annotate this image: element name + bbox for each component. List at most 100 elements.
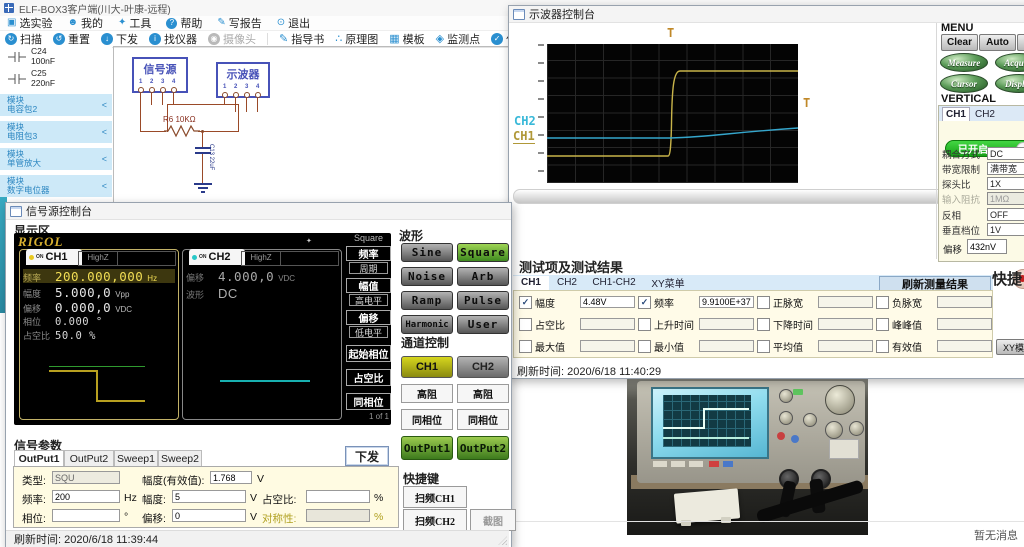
pin[interactable] <box>171 87 177 93</box>
tab-sweep1[interactable]: Sweep1 <box>114 450 158 466</box>
measure-value[interactable] <box>580 318 635 330</box>
checkbox[interactable]: ✓ <box>638 296 651 309</box>
pin[interactable] <box>138 87 144 93</box>
checkbox[interactable]: ✓ <box>638 340 651 353</box>
rigol-ch2-tab[interactable]: ON CH2 <box>189 249 245 265</box>
tab-output1[interactable]: OutPut1 <box>14 450 64 466</box>
display-button[interactable]: Display <box>995 74 1024 93</box>
sidebar-item-resistor-pack3[interactable]: 模块电阻包3< <box>0 121 112 143</box>
toolbar-scan[interactable]: ↻扫描 <box>5 31 42 47</box>
oscilloscope-window-titlebar[interactable]: 示波器控制台 <box>509 6 1024 23</box>
sidebar-item-c25[interactable]: C25220nF <box>0 68 112 89</box>
checkbox[interactable]: ✓ <box>876 296 889 309</box>
vertical-tab-ch2[interactable]: CH2 <box>972 107 998 121</box>
vertical-scale-select[interactable]: 1V <box>987 223 1024 236</box>
amplitude-menu-button[interactable]: 幅值 <box>346 278 391 293</box>
high-level-menu-button[interactable]: 高电平 <box>349 294 388 306</box>
wave-square-button[interactable]: Square <box>457 243 509 262</box>
tests-tab-xy[interactable]: XY菜单 <box>643 276 693 290</box>
pin[interactable] <box>160 87 166 93</box>
measure-value[interactable] <box>580 296 635 308</box>
measure-value[interactable] <box>818 296 873 308</box>
toolbar-send[interactable]: ↓下发 <box>101 31 138 47</box>
menu-select-experiment[interactable]: ▣选实验 <box>7 15 52 31</box>
offset-menu-button[interactable]: 偏移 <box>346 310 391 325</box>
checkbox[interactable]: ✓ <box>876 340 889 353</box>
checkbox[interactable]: ✓ <box>519 296 532 309</box>
offset-param-input[interactable] <box>172 509 246 522</box>
measure-value[interactable] <box>937 296 992 308</box>
measure-value[interactable] <box>699 340 754 352</box>
cursor-button[interactable]: Cursor <box>940 74 988 93</box>
rigol-ch2-panel[interactable]: ON CH2 HighZ 偏移 4.000,0 VDC 波形 DC <box>182 249 342 420</box>
menu-tools[interactable]: ✦工具 <box>118 15 151 31</box>
checkbox[interactable]: ✓ <box>519 318 532 331</box>
menu-write-report[interactable]: ✎写报告 <box>217 15 261 31</box>
measure-value[interactable] <box>818 318 873 330</box>
measure-value[interactable] <box>580 340 635 352</box>
checkbox[interactable]: ✓ <box>757 318 770 331</box>
checkbox[interactable]: ✓ <box>638 318 651 331</box>
acquire-button[interactable]: Acquire <box>995 53 1024 72</box>
sidebar-item-digital-pot[interactable]: 模块数字电位器< <box>0 175 112 197</box>
resize-grip[interactable] <box>498 536 507 545</box>
pin[interactable] <box>149 87 155 93</box>
ch2-hiz-button[interactable]: 高阻 <box>457 384 509 403</box>
duty-menu-button[interactable]: 占空比 <box>346 369 391 386</box>
xy-mode-button[interactable]: XY模式 <box>996 339 1024 355</box>
period-menu-button[interactable]: 周期 <box>349 262 388 274</box>
rigol-ch1-panel[interactable]: ON CH1 HighZ 频率 200.000,000 Hz 幅度 5.000,… <box>19 249 179 420</box>
wave-sine-button[interactable]: Sine <box>401 243 453 262</box>
offset-input[interactable] <box>967 239 1007 254</box>
sidebar-item-single-amp[interactable]: 模块单管放大< <box>0 148 112 170</box>
toolbar-find-instrument[interactable]: i找仪器 <box>149 31 197 47</box>
pin[interactable] <box>233 92 239 98</box>
wave-harmonic-button[interactable]: Harmonic <box>401 315 453 334</box>
rms-input[interactable] <box>210 471 252 484</box>
toolbar-reset[interactable]: ↺重置 <box>53 31 90 47</box>
sweep-ch1-button[interactable]: 扫频CH1 <box>403 486 467 508</box>
start-phase-menu-button[interactable]: 起始相位 <box>346 345 391 362</box>
amp-input[interactable] <box>172 490 246 503</box>
measure-value[interactable] <box>699 296 754 308</box>
wave-ramp-button[interactable]: Ramp <box>401 291 453 310</box>
duty-input[interactable] <box>306 490 370 503</box>
freq-input[interactable] <box>52 490 120 503</box>
menu-exit[interactable]: ⊙退出 <box>277 15 310 31</box>
send-button[interactable]: 下发 <box>345 446 389 466</box>
measure-value[interactable] <box>937 318 992 330</box>
sync-phase-menu-button[interactable]: 同相位 <box>346 393 391 410</box>
bandwidth-select[interactable]: 满带宽 <box>987 162 1024 175</box>
rigol-ch1-tab[interactable]: ON CH1 <box>26 249 82 265</box>
scope-hscrollbar[interactable] <box>513 189 945 204</box>
checkbox[interactable]: ✓ <box>876 318 889 331</box>
wave-noise-button[interactable]: Noise <box>401 267 453 286</box>
coupling-select[interactable]: DC <box>987 147 1024 160</box>
output2-button[interactable]: OutPut2 <box>457 436 509 460</box>
ch1-hiz-button[interactable]: 高阻 <box>401 384 453 403</box>
vertical-tab-ch1[interactable]: CH1 <box>942 107 970 121</box>
pin[interactable] <box>222 92 228 98</box>
phase-input[interactable] <box>52 509 120 522</box>
signal-window-titlebar[interactable]: 信号源控制台 <box>6 203 511 220</box>
wave-user-button[interactable]: User <box>457 315 509 334</box>
wave-arb-button[interactable]: Arb <box>457 267 509 286</box>
extra-button[interactable] <box>1017 34 1024 51</box>
measure-value[interactable] <box>699 318 754 330</box>
menu-help[interactable]: ?帮助 <box>166 15 202 31</box>
trigger-marker-top[interactable]: T <box>667 26 674 40</box>
measure-value[interactable] <box>937 340 992 352</box>
measure-button[interactable]: Measure <box>940 53 988 72</box>
invert-select[interactable]: OFF <box>987 208 1024 221</box>
checkbox[interactable]: ✓ <box>757 340 770 353</box>
ch2-select-button[interactable]: CH2 <box>457 356 509 378</box>
low-level-menu-button[interactable]: 低电平 <box>349 326 388 338</box>
wave-pulse-button[interactable]: Pulse <box>457 291 509 310</box>
clear-button[interactable]: Clear <box>941 34 978 51</box>
refresh-results-button[interactable]: 刷新测量结果 <box>879 276 991 291</box>
output1-button[interactable]: OutPut1 <box>401 436 453 460</box>
resistor-symbol[interactable] <box>164 124 200 138</box>
snapshot-button[interactable]: 截图 <box>470 509 516 531</box>
toolbar-template[interactable]: ▦模板 <box>389 31 424 47</box>
toolbar-guide[interactable]: ✎指导书 <box>279 31 324 47</box>
